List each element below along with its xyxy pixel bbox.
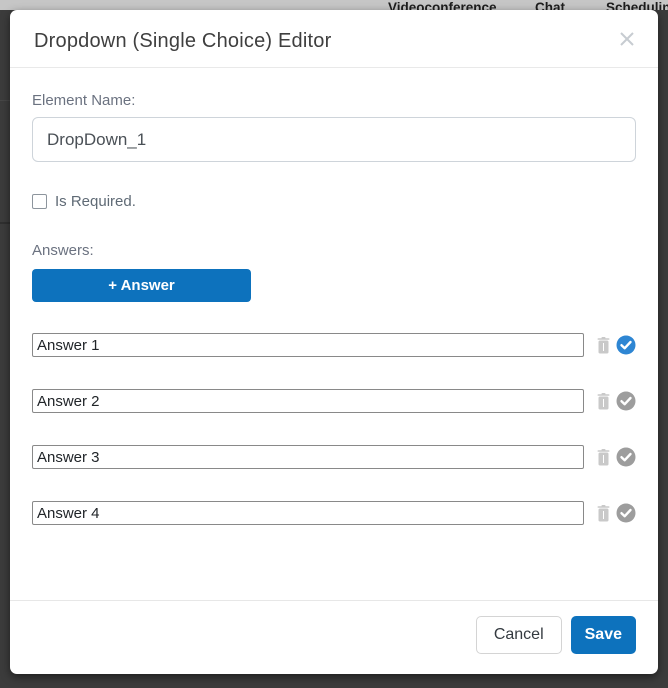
is-required-label: Is Required. [55, 193, 136, 210]
delete-answer-button[interactable] [597, 449, 610, 466]
check-circle-icon [616, 399, 636, 414]
background-artifact [0, 222, 10, 224]
is-required-checkbox[interactable] [32, 194, 47, 209]
answers-label: Answers: [32, 242, 636, 259]
modal-title: Dropdown (Single Choice) Editor [34, 30, 634, 53]
trash-icon [597, 342, 610, 357]
answer-row [32, 389, 636, 413]
check-circle-icon [616, 455, 636, 470]
trash-icon [597, 398, 610, 413]
default-answer-toggle[interactable] [616, 447, 636, 467]
answer-row-actions [597, 503, 636, 523]
default-answer-toggle[interactable] [616, 503, 636, 523]
answer-input-1[interactable] [32, 333, 584, 357]
answer-row-actions [597, 391, 636, 411]
answer-row [32, 501, 636, 525]
save-button[interactable]: Save [571, 616, 636, 654]
modal-footer: Cancel Save [10, 600, 658, 674]
element-name-label: Element Name: [32, 92, 636, 109]
dropdown-editor-modal: Dropdown (Single Choice) Editor Element … [10, 10, 658, 674]
check-circle-icon [616, 343, 636, 358]
default-answer-toggle[interactable] [616, 391, 636, 411]
delete-answer-button[interactable] [597, 505, 610, 522]
background-nav-scheduling: Scheduling [606, 0, 668, 10]
close-button[interactable] [616, 28, 638, 50]
is-required-row: Is Required. [32, 193, 636, 210]
answer-row-actions [597, 335, 636, 355]
default-answer-toggle[interactable] [616, 335, 636, 355]
trash-icon [597, 510, 610, 525]
background-nav-strip: Videoconference Chat Scheduling [0, 0, 668, 10]
delete-answer-button[interactable] [597, 393, 610, 410]
check-circle-icon [616, 511, 636, 526]
modal-header: Dropdown (Single Choice) Editor [10, 10, 658, 68]
trash-icon [597, 454, 610, 469]
background-nav-chat: Chat [535, 0, 565, 10]
answer-input-2[interactable] [32, 389, 584, 413]
modal-body: Element Name: Is Required. Answers: + An… [10, 68, 658, 600]
answer-row [32, 333, 636, 357]
answer-row-actions [597, 447, 636, 467]
answer-input-3[interactable] [32, 445, 584, 469]
element-name-input[interactable] [32, 117, 636, 162]
close-icon [618, 36, 636, 51]
delete-answer-button[interactable] [597, 337, 610, 354]
answer-row [32, 445, 636, 469]
answer-input-4[interactable] [32, 501, 584, 525]
add-answer-button[interactable]: + Answer [32, 269, 251, 302]
background-nav-videoconference: Videoconference [388, 0, 497, 10]
background-artifact [0, 100, 10, 101]
cancel-button[interactable]: Cancel [476, 616, 562, 654]
